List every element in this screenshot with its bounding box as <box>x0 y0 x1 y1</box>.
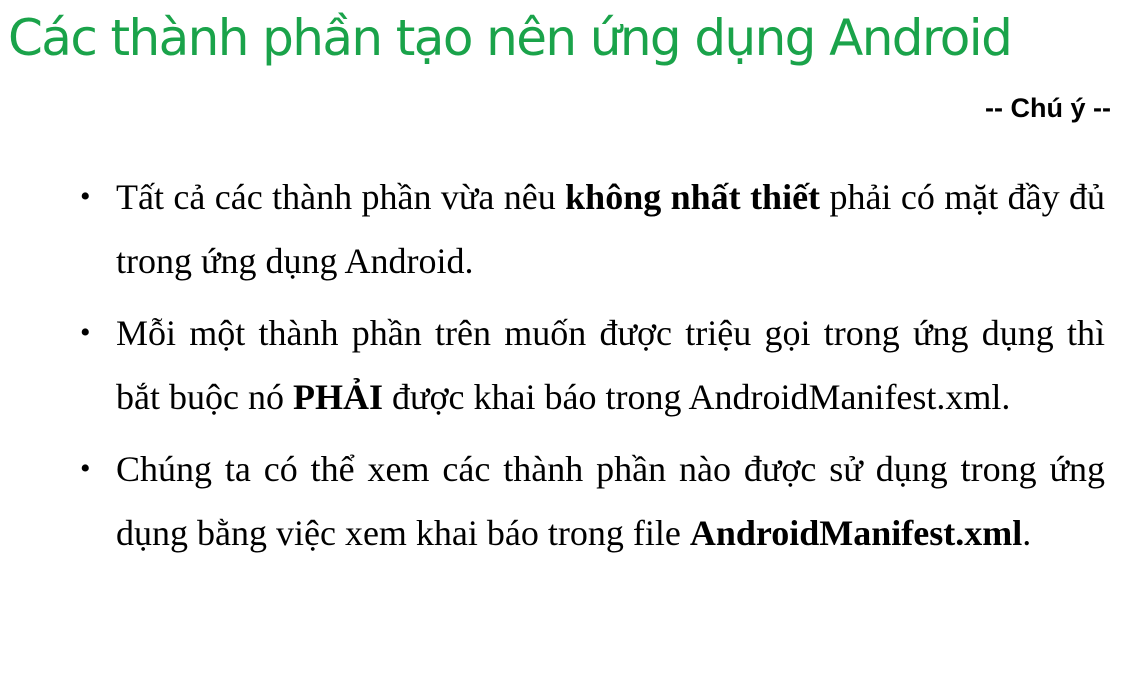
slide-subtitle: -- Chú ý -- <box>985 93 1111 123</box>
bullet-icon: • <box>80 452 91 485</box>
bullet-icon: • <box>80 180 91 213</box>
bullet-icon: • <box>80 316 91 349</box>
bullet-text-1-emphasis: không nhất thiết <box>565 177 821 217</box>
slide: Các thành phần tạo nên ứng dụng Android … <box>0 0 1129 692</box>
bullet-text-1-part-1: Tất cả các thành phần vừa nêu <box>116 177 566 217</box>
bullet-text-3-emphasis: AndroidManifest.xml <box>689 513 1023 553</box>
slide-title: Các thành phần tạo nên ứng dụng Android <box>8 9 1013 67</box>
bullet-list: • Tất cả các thành phần vừa nêu không nh… <box>0 165 1129 565</box>
bullet-text-2-emphasis: PHẢI <box>292 377 383 417</box>
bullet-text-2-part-3: được khai báo trong AndroidManifest.xml. <box>382 377 1011 417</box>
bullet-item-2: • Mỗi một thành phần trên muốn được triệ… <box>0 301 1129 429</box>
bullet-item-3: • Chúng ta có thể xem các thành phần nào… <box>0 437 1129 565</box>
bullet-item-1: • Tất cả các thành phần vừa nêu không nh… <box>0 165 1129 293</box>
bullet-text-3-part-3: . <box>1022 513 1032 553</box>
